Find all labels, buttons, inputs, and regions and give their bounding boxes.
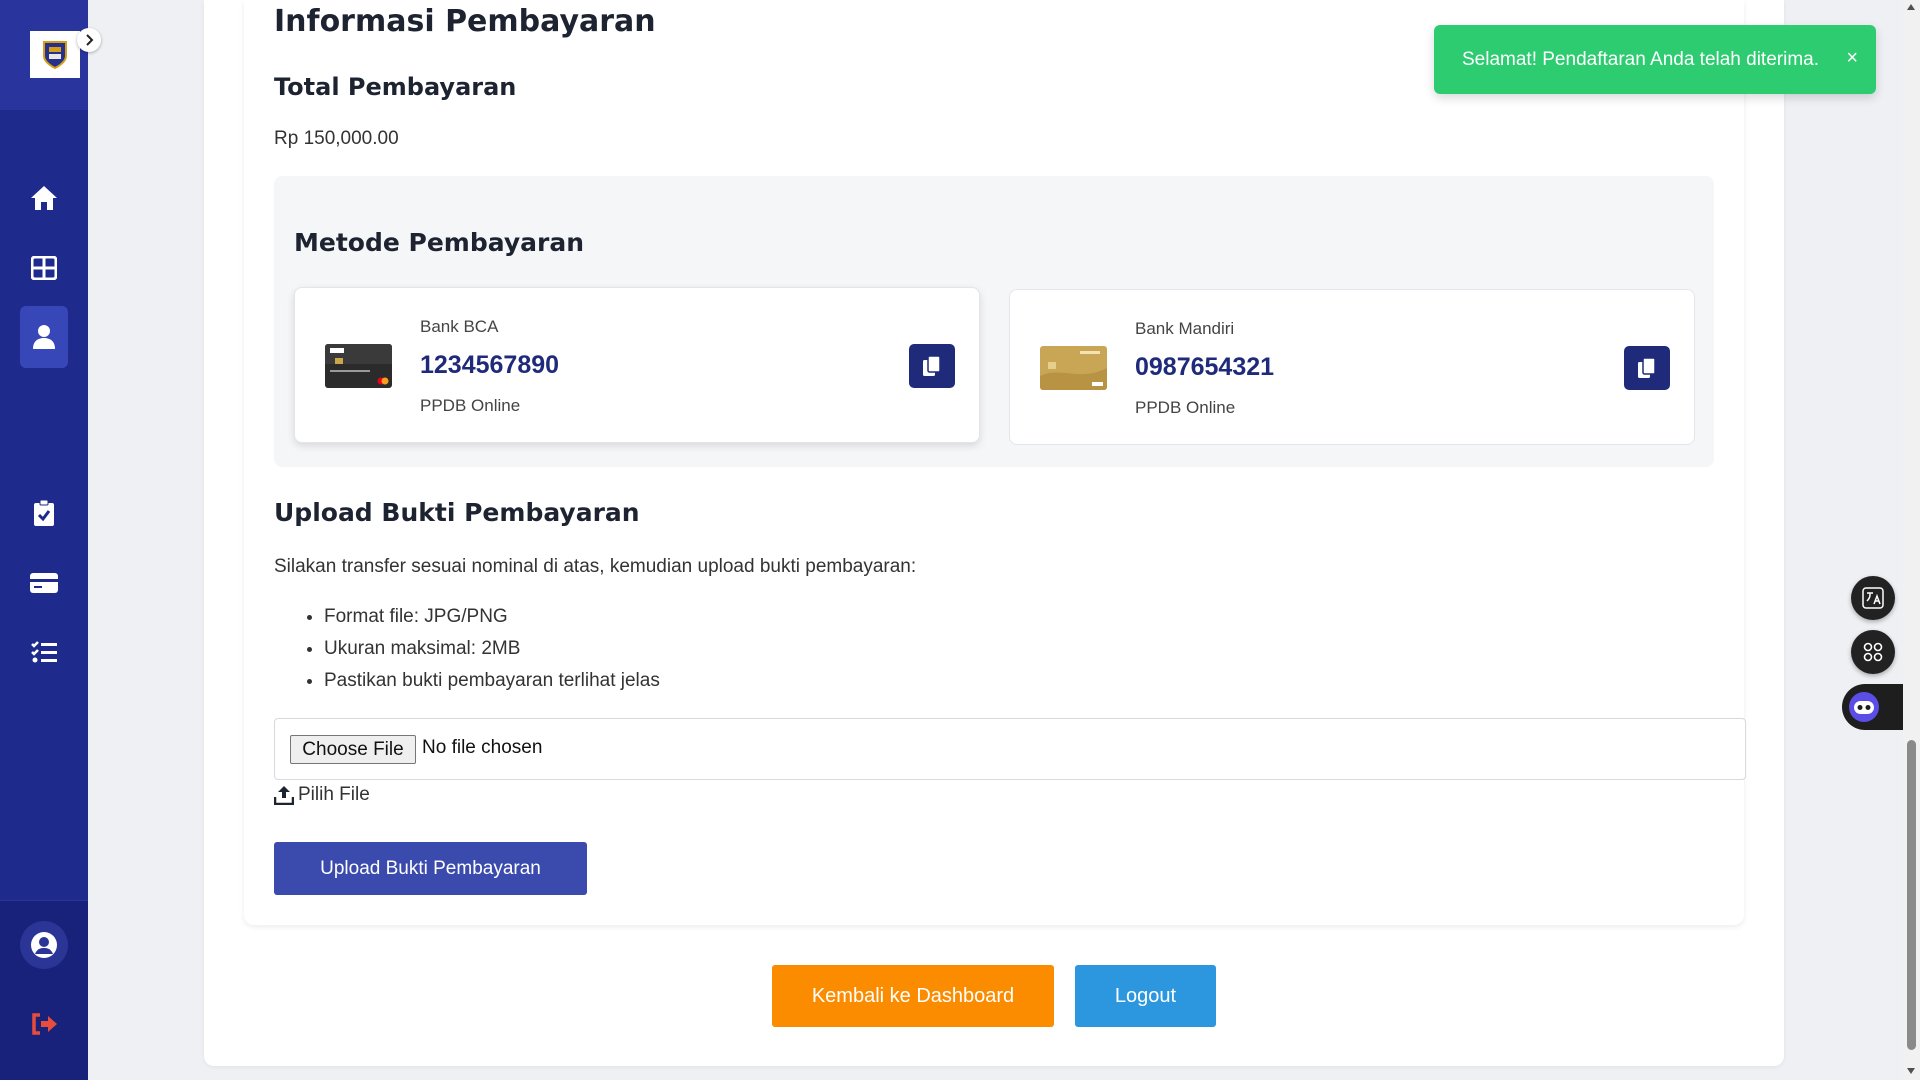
account-holder: PPDB Online [420,396,521,415]
school-logo [30,31,80,78]
bank-name: Bank BCA [420,317,499,336]
requirements-list: Format file: JPG/PNG Ukuran maksimal: 2M… [324,606,660,702]
back-to-dashboard-button[interactable]: Kembali ke Dashboard [772,965,1054,1027]
upload-proof-button[interactable]: Upload Bukti Pembayaran [274,842,587,895]
copy-icon [1638,357,1656,378]
account-number: 0987654321 [1135,353,1275,381]
pick-file-text: Pilih File [298,784,370,805]
success-toast: Selamat! Pendaftaran Anda telah diterima… [1434,25,1876,94]
upload-title: Upload Bukti Pembayaran [274,498,640,527]
nav-profile[interactable] [20,306,68,368]
clipboard-check-icon [34,499,54,526]
sidebar-toggle-button[interactable] [77,28,101,52]
credit-card-icon [30,573,58,593]
sidebar [0,0,101,1080]
nav-payment[interactable] [20,552,68,614]
mandiri-card-image [1040,346,1107,390]
translate-icon [1862,587,1884,609]
copy-bca-button[interactable] [909,344,955,388]
toast-close-button[interactable]: × [1846,47,1858,70]
total-amount: Rp 150,000.00 [274,128,399,149]
pick-file-label[interactable]: Pilih File [274,784,370,806]
sidebar-logout-button[interactable] [20,1000,68,1048]
account-number: 1234567890 [420,351,560,379]
translate-widget-button[interactable] [1851,576,1895,620]
choose-file-button[interactable]: Choose File [290,735,416,764]
scroll-thumb[interactable] [1907,740,1916,1050]
logout-button[interactable]: Logout [1075,965,1216,1027]
account-holder: PPDB Online [1135,398,1236,417]
bca-card-image [325,344,392,388]
upload-icon [274,786,294,805]
copy-icon [923,355,941,376]
command-icon [1863,642,1883,662]
assistant-icon [1849,692,1879,722]
page-scrollbar[interactable] [1903,0,1920,1080]
total-title: Total Pembayaran [274,73,517,101]
upload-description: Silakan transfer sesuai nominal di atas,… [274,556,917,577]
file-status: No file chosen [422,737,543,758]
bank-card-bca: Bank BCA 1234567890 PPDB Online [294,287,980,443]
requirement-item: Format file: JPG/PNG [324,606,660,638]
home-icon [31,186,57,210]
scroll-up-arrow-icon[interactable] [1907,4,1915,10]
requirement-item: Ukuran maksimal: 2MB [324,638,660,670]
payment-method-title: Metode Pembayaran [294,228,585,257]
account-button[interactable] [20,921,68,969]
sign-out-icon [32,1013,57,1035]
requirement-item: Pastikan bukti pembayaran terlihat jelas [324,670,660,702]
page-title: Informasi Pembayaran [274,4,656,39]
user-icon [33,325,55,349]
grid-icon [31,256,57,280]
chevron-right-icon [86,34,94,46]
checklist-icon [31,641,57,663]
bank-name: Bank Mandiri [1135,319,1235,338]
nav-dashboard[interactable] [20,237,68,299]
file-input[interactable]: Choose File No file chosen [274,718,1746,780]
shortcut-widget-button[interactable] [1851,630,1895,674]
nav-tasks[interactable] [20,621,68,683]
nav-registration[interactable] [20,482,68,544]
account-circle-icon [31,932,57,958]
scroll-down-arrow-icon[interactable] [1907,1068,1915,1074]
copy-mandiri-button[interactable] [1624,346,1670,390]
nav-home[interactable] [20,167,68,229]
toast-message: Selamat! Pendaftaran Anda telah diterima… [1462,48,1820,70]
bank-card-mandiri: Bank Mandiri 0987654321 PPDB Online [1009,289,1695,445]
